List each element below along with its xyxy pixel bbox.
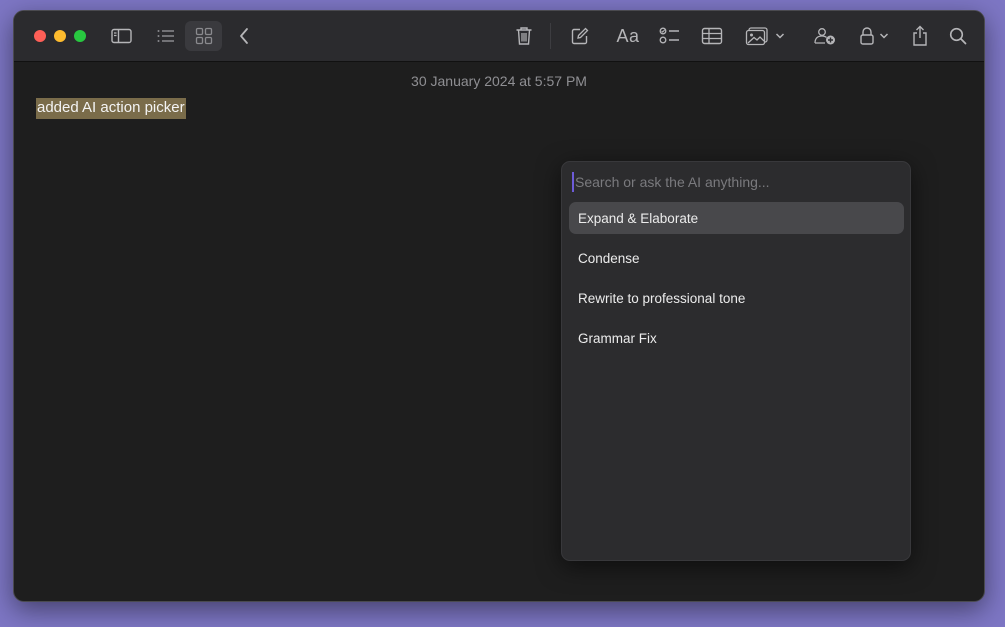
ai-action-picker: Expand & Elaborate Condense Rewrite to p… (561, 161, 911, 561)
lock-icon (860, 27, 874, 45)
format-button[interactable]: Aa (615, 21, 641, 51)
share-icon (913, 25, 927, 46)
collaborate-button[interactable] (813, 21, 837, 51)
chevron-down-icon (879, 33, 889, 39)
compose-icon (571, 27, 589, 45)
note-editor[interactable]: 30 January 2024 at 5:57 PM added AI acti… (14, 63, 984, 601)
picker-item-expand-elaborate[interactable]: Expand & Elaborate (569, 202, 904, 234)
checklist-button[interactable] (658, 21, 682, 51)
trash-icon (516, 27, 532, 45)
zoom-window-button[interactable] (74, 30, 86, 42)
toolbar: Aa (14, 11, 984, 62)
picker-item-condense[interactable]: Condense (569, 242, 904, 274)
collaborate-icon (814, 28, 835, 45)
media-button[interactable] (744, 21, 786, 51)
search-button[interactable] (947, 21, 969, 51)
chevron-down-icon (775, 33, 785, 39)
list-view-button[interactable] (154, 21, 178, 51)
table-icon (701, 27, 723, 45)
lock-button[interactable] (857, 21, 891, 51)
share-button[interactable] (909, 21, 931, 51)
ai-search-input[interactable] (572, 172, 892, 192)
photo-icon (745, 27, 768, 46)
text-format-icon: Aa (616, 25, 640, 46)
sidebar-icon (111, 28, 132, 44)
chevron-left-icon (240, 28, 248, 44)
note-selected-text[interactable]: added AI action picker (36, 98, 186, 119)
note-date: 30 January 2024 at 5:57 PM (411, 73, 587, 89)
delete-button[interactable] (513, 21, 535, 51)
gallery-view-button[interactable] (185, 21, 222, 51)
checklist-icon (659, 27, 679, 44)
close-window-button[interactable] (34, 30, 46, 42)
toggle-sidebar-button[interactable] (110, 21, 134, 51)
search-icon (949, 27, 967, 45)
table-button[interactable] (700, 21, 724, 51)
back-button[interactable] (234, 21, 254, 51)
minimize-window-button[interactable] (54, 30, 66, 42)
picker-item-grammar-fix[interactable]: Grammar Fix (569, 322, 904, 354)
picker-item-professional-tone[interactable]: Rewrite to professional tone (569, 282, 904, 314)
compose-button[interactable] (569, 21, 591, 51)
toolbar-divider (550, 23, 551, 49)
notes-window: Aa 30 January 2024 at 5:57 PM added AI a… (13, 10, 985, 602)
list-icon (157, 30, 174, 42)
grid-icon (195, 27, 212, 45)
